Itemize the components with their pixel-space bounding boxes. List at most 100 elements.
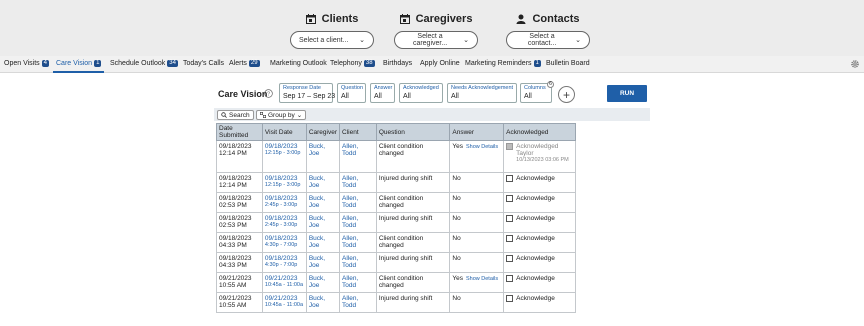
answer-text: No: [452, 195, 461, 202]
chevron-down-icon: ⌄: [359, 37, 365, 44]
tab-todays-calls[interactable]: Today's Calls: [183, 60, 224, 67]
caregiver-link[interactable]: Buck, Joe: [309, 255, 325, 269]
client-link[interactable]: Allen, Todd: [342, 295, 358, 309]
group-by-button[interactable]: Group by ⌄: [256, 110, 307, 120]
cell-acknowledged: Acknowledge: [503, 272, 576, 293]
visit-date-link[interactable]: 09/18/2023: [265, 215, 304, 222]
col-question[interactable]: Question: [375, 123, 451, 141]
date-submitted: 09/21/2023: [219, 295, 252, 302]
acknowledged-checkbox[interactable]: [506, 143, 514, 150]
time-submitted: 10:55 AM: [219, 302, 247, 309]
gear-icon[interactable]: [850, 59, 860, 69]
col-acknowledged[interactable]: Acknowledged: [503, 123, 576, 141]
client-link[interactable]: Allen, Todd: [342, 175, 358, 189]
date-submitted: 09/18/2023: [219, 215, 252, 222]
contacts-title: Contacts: [532, 13, 580, 25]
col-caregiver[interactable]: Caregiver: [305, 123, 341, 141]
answer-text: No: [452, 175, 461, 182]
show-details-link[interactable]: Show Details: [466, 276, 498, 282]
cell-question: Injured during shift: [375, 212, 451, 233]
cell-question: Client condition changed: [375, 192, 451, 213]
caregiver-link[interactable]: Buck, Joe: [309, 275, 325, 289]
acknowledge-checkbox[interactable]: [506, 255, 514, 262]
date-submitted: 09/18/2023: [219, 255, 252, 262]
contact-select[interactable]: Select a contact... ⌄: [506, 31, 590, 49]
cell-acknowledged: Acknowledge: [503, 232, 576, 253]
clients-title: Clients: [321, 13, 359, 25]
contacts-selector: Contacts Select a contact... ⌄: [496, 11, 600, 49]
table-row: 09/18/2023 04:33 PM 09/18/2023 4:30p - 7:0…: [216, 252, 576, 273]
tab-bulletin-board[interactable]: Bulletin Board: [546, 60, 590, 67]
filter-needs-acknowledgement[interactable]: Needs Acknowledgement All: [447, 83, 517, 103]
tab-telephony[interactable]: Telephony 38: [330, 60, 375, 67]
caregiver-link[interactable]: Buck, Joe: [309, 195, 325, 209]
acknowledge-checkbox[interactable]: [506, 175, 514, 182]
ack-label: Acknowledge: [516, 235, 555, 242]
tab-apply-online[interactable]: Apply Online: [420, 60, 460, 67]
search-button[interactable]: Search: [217, 110, 254, 120]
filter-question[interactable]: Question All: [337, 83, 366, 103]
tab-marketing-outlook[interactable]: Marketing Outlook: [270, 60, 327, 67]
col-client[interactable]: Client: [339, 123, 377, 141]
col-visit-date[interactable]: Visit Date: [261, 123, 307, 141]
caregiver-link[interactable]: Buck, Joe: [309, 175, 325, 189]
add-filter-button[interactable]: +: [558, 86, 575, 103]
run-button[interactable]: RUN: [607, 85, 647, 102]
col-date-submitted[interactable]: Date Submitted: [216, 123, 263, 141]
cell-acknowledged: Acknowledge: [503, 172, 576, 193]
tab-label: Schedule Outlook: [110, 60, 166, 67]
caregiver-link[interactable]: Buck, Joe: [309, 215, 325, 229]
tab-birthdays[interactable]: Birthdays: [383, 60, 412, 67]
table-row: 09/18/2023 02:53 PM 09/18/2023 2:45p - 3:0…: [216, 192, 576, 213]
tab-care-vision[interactable]: Care Vision 1: [56, 60, 102, 67]
cell-visit-date: 09/18/2023 4:30p - 7:00p: [261, 252, 307, 273]
cell-caregiver: Buck, Joe: [305, 272, 341, 293]
client-link[interactable]: Allen, Todd: [342, 195, 358, 209]
client-link[interactable]: Allen, Todd: [342, 275, 358, 289]
client-link[interactable]: Allen, Todd: [342, 255, 358, 269]
client-link[interactable]: Allen, Todd: [342, 215, 358, 229]
caregiver-link[interactable]: Buck, Joe: [309, 235, 325, 249]
acknowledge-checkbox[interactable]: [506, 295, 514, 302]
visit-date-link[interactable]: 09/18/2023: [265, 143, 304, 150]
visit-date-link[interactable]: 09/18/2023: [265, 235, 304, 242]
caregiver-select[interactable]: Select a caregiver... ⌄: [394, 31, 478, 49]
caregiver-link[interactable]: Buck, Joe: [309, 143, 325, 157]
filter-answer[interactable]: Answer All: [370, 83, 395, 103]
client-select[interactable]: Select a client... ⌄: [290, 31, 374, 49]
visit-date-link[interactable]: 09/18/2023: [265, 195, 304, 202]
caregiver-link[interactable]: Buck, Joe: [309, 295, 325, 309]
client-link[interactable]: Allen, Todd: [342, 143, 358, 157]
visit-date-link[interactable]: 09/18/2023: [265, 175, 304, 182]
top-selector-bar: Clients Select a client... ⌄ Caregivers …: [0, 0, 864, 56]
table-row: 09/18/2023 02:53 PM 09/18/2023 2:45p - 3:0…: [216, 212, 576, 233]
tab-alerts[interactable]: Alerts 29: [229, 60, 260, 67]
calendar-icon: [399, 14, 410, 24]
show-details-link[interactable]: Show Details: [466, 144, 498, 150]
filter-response-date[interactable]: Response Date Sep 17 – Sep 23: [279, 83, 335, 103]
acknowledge-checkbox[interactable]: [506, 215, 514, 222]
table-row: 09/18/2023 12:14 PM 09/18/2023 12:15p - 3:…: [216, 140, 576, 173]
answer-text: No: [452, 295, 461, 302]
col-answer[interactable]: Answer: [449, 123, 505, 141]
cell-acknowledged: Acknowledge: [503, 212, 576, 233]
time-submitted: 04:33 PM: [219, 262, 247, 269]
tab-marketing-reminders[interactable]: Marketing Reminders 1: [465, 60, 541, 67]
acknowledge-checkbox[interactable]: [506, 195, 514, 202]
filter-value: All: [374, 93, 382, 100]
time-submitted: 12:14 PM: [219, 150, 247, 157]
client-link[interactable]: Allen, Todd: [342, 235, 358, 249]
acknowledge-checkbox[interactable]: [506, 275, 514, 282]
care-vision-table: Date Submitted Visit Date Caregiver Clie…: [216, 123, 576, 313]
tab-open-visits[interactable]: Open Visits 4: [4, 60, 50, 67]
cell-client: Allen, Todd: [339, 140, 377, 173]
visit-date-link[interactable]: 09/18/2023: [265, 255, 304, 262]
tab-schedule-outlook[interactable]: Schedule Outlook 34: [110, 60, 178, 67]
filter-label: Answer: [374, 85, 393, 91]
help-icon[interactable]: ?: [264, 89, 273, 98]
acknowledge-checkbox[interactable]: [506, 235, 514, 242]
tab-badge: 1: [94, 60, 102, 67]
visit-date-link[interactable]: 09/21/2023: [265, 295, 304, 302]
filter-acknowledged[interactable]: Acknowledged All: [399, 83, 443, 103]
visit-date-link[interactable]: 09/21/2023: [265, 275, 304, 282]
